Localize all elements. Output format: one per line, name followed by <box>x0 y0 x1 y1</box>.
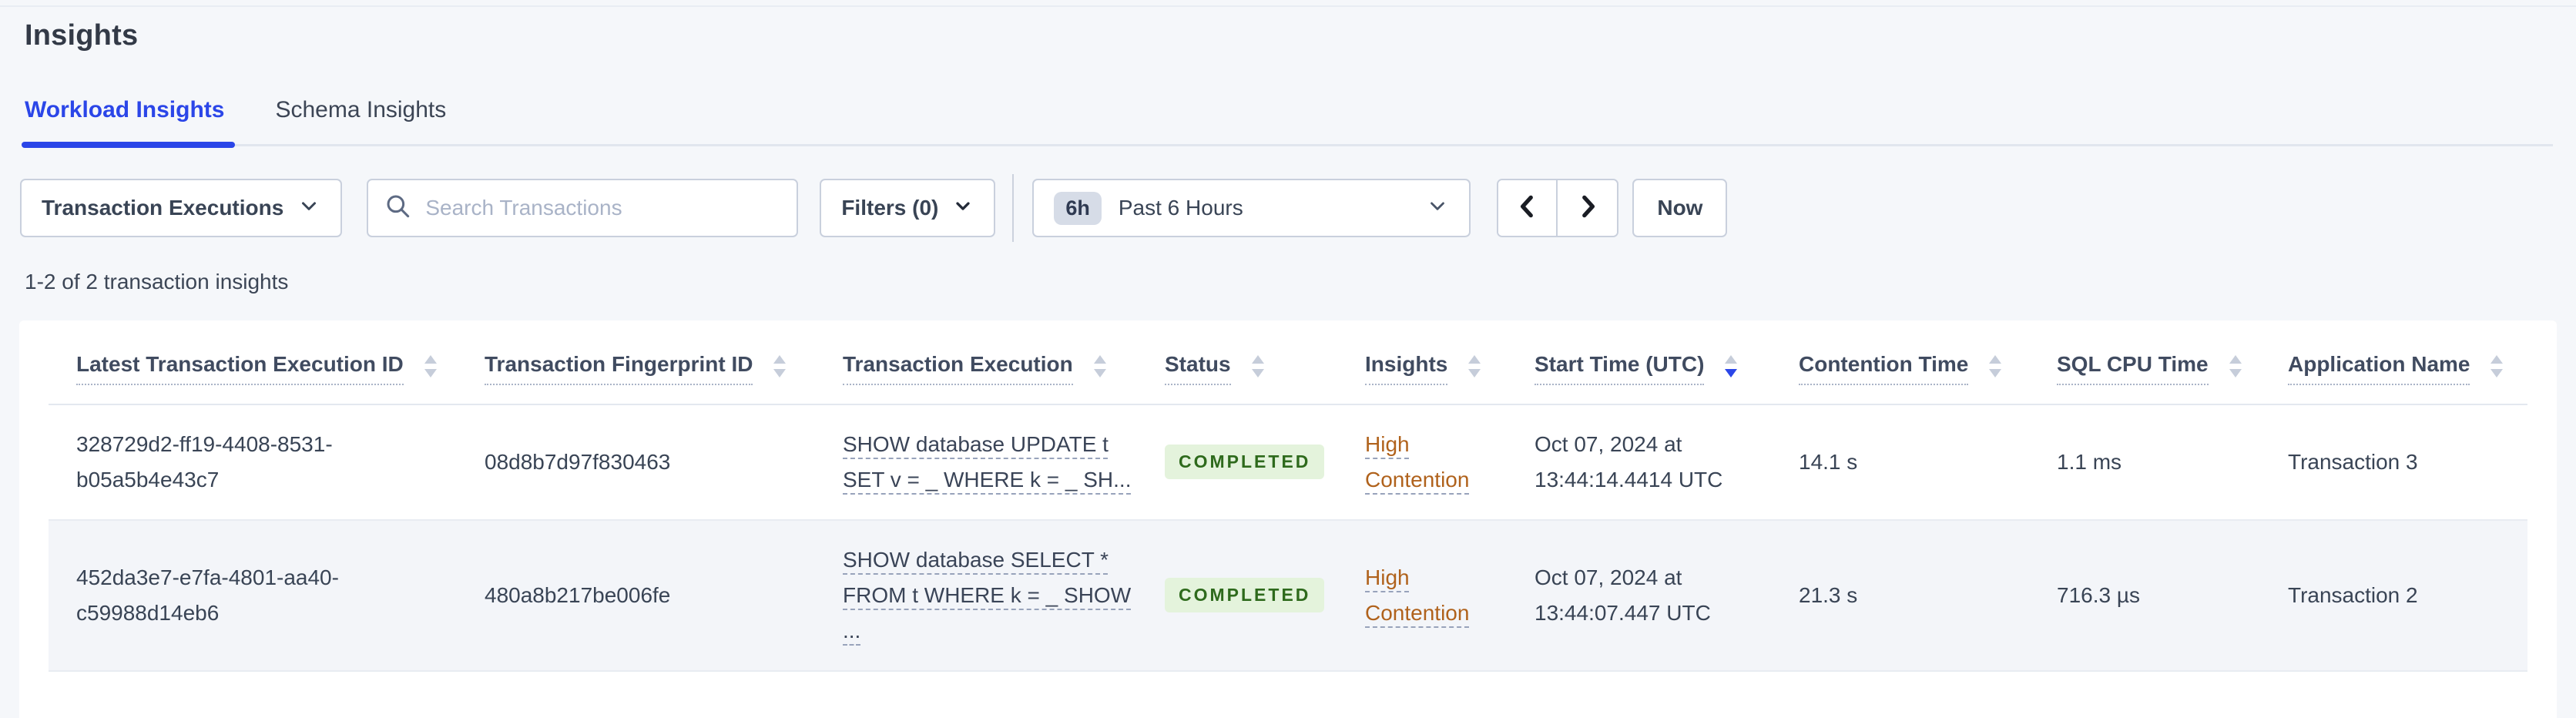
execution-type-label: Transaction Executions <box>42 196 284 220</box>
column-header-contention-time[interactable]: Contention Time <box>1799 352 2057 404</box>
sort-icon-active-desc[interactable] <box>1724 354 1738 385</box>
filters-label: Filters (0) <box>841 196 939 220</box>
column-header-transaction-fingerprint-id[interactable]: Transaction Fingerprint ID <box>485 352 843 404</box>
column-header-start-time[interactable]: Start Time (UTC) <box>1535 352 1799 404</box>
tab-workload-insights[interactable]: Workload Insights <box>21 97 236 148</box>
sort-icon[interactable] <box>1988 354 2002 385</box>
cell-fingerprint-id: 08d8b7d97f830463 <box>485 449 671 474</box>
chevron-right-icon <box>1575 193 1601 224</box>
cell-contention-time: 21.3 s <box>1799 582 1858 607</box>
search-icon <box>384 192 413 225</box>
status-badge: COMPLETED <box>1165 445 1325 480</box>
status-badge: COMPLETED <box>1165 578 1325 613</box>
cell-application-name: Transaction 3 <box>2288 449 2418 474</box>
cell-contention-time: 14.1 s <box>1799 449 1858 474</box>
time-nav-arrows <box>1497 179 1619 237</box>
insight-high-contention-link[interactable]: High Contention <box>1365 427 1491 498</box>
column-header-insights[interactable]: Insights <box>1365 352 1535 404</box>
column-header-status[interactable]: Status <box>1165 352 1365 404</box>
insights-table-card: Latest Transaction Execution ID Transact… <box>19 320 2557 718</box>
next-time-range-button[interactable] <box>1558 180 1618 236</box>
cell-transaction-execution: SHOW database SELECT * FROM t WHERE k = … <box>843 521 1165 670</box>
time-preset-badge: 6h <box>1054 191 1102 225</box>
previous-time-range-button[interactable] <box>1498 180 1558 236</box>
cell-execution-id: 328729d2-ff19-4408-8531-b05a5b4e43c7 <box>76 431 333 492</box>
column-header-latest-transaction-execution-id[interactable]: Latest Transaction Execution ID <box>49 352 485 404</box>
sort-icon[interactable] <box>1093 354 1107 385</box>
transaction-execution-link[interactable]: SHOW database SELECT * FROM t WHERE k = … <box>843 542 1134 649</box>
column-header-sql-cpu-time[interactable]: SQL CPU Time <box>2057 352 2288 404</box>
execution-type-dropdown[interactable]: Transaction Executions <box>20 179 343 237</box>
cell-fingerprint-id: 480a8b217be006fe <box>485 582 671 607</box>
column-header-transaction-execution[interactable]: Transaction Execution <box>843 352 1165 404</box>
cell-sql-cpu-time: 1.1 ms <box>2057 449 2122 474</box>
top-divider <box>0 0 2576 7</box>
cell-start-time: Oct 07, 2024 at 13:44:14.4414 UTC <box>1535 431 1723 492</box>
cell-status: COMPLETED <box>1165 405 1365 519</box>
insights-page: Insights Workload Insights Schema Insigh… <box>0 19 2576 718</box>
time-range-label: Past 6 Hours <box>1118 196 1243 220</box>
cell-insights: High Contention <box>1365 405 1535 519</box>
sort-icon[interactable] <box>424 354 438 385</box>
chevron-down-icon <box>297 194 320 223</box>
insight-high-contention-link[interactable]: High Contention <box>1365 560 1491 631</box>
cell-start-time: Oct 07, 2024 at 13:44:07.447 UTC <box>1535 565 1711 625</box>
now-button[interactable]: Now <box>1632 179 1728 237</box>
search-input[interactable] <box>425 196 782 220</box>
chevron-down-icon <box>952 195 974 222</box>
sort-icon[interactable] <box>1467 354 1481 385</box>
search-box[interactable] <box>367 179 799 237</box>
transaction-execution-link[interactable]: SHOW database UPDATE t SET v = _ WHERE k… <box>843 427 1134 498</box>
table-row: 328729d2-ff19-4408-8531-b05a5b4e43c7 08d… <box>49 405 2527 521</box>
sort-icon[interactable] <box>1251 354 1265 385</box>
cell-sql-cpu-time: 716.3 µs <box>2057 582 2140 607</box>
insights-tabs: Workload Insights Schema Insights <box>21 97 2553 148</box>
chevron-left-icon <box>1514 193 1541 224</box>
time-range-picker[interactable]: 6h Past 6 Hours <box>1032 179 1471 237</box>
toolbar-divider <box>1012 174 1015 242</box>
filters-dropdown[interactable]: Filters (0) <box>820 179 996 237</box>
sort-icon[interactable] <box>2229 354 2242 385</box>
column-header-application-name[interactable]: Application Name <box>2288 352 2534 404</box>
cell-insights: High Contention <box>1365 521 1535 670</box>
now-button-label: Now <box>1657 196 1703 220</box>
table-header-row: Latest Transaction Execution ID Transact… <box>49 320 2527 405</box>
cell-application-name: Transaction 2 <box>2288 582 2418 607</box>
tab-schema-insights[interactable]: Schema Insights <box>273 97 448 144</box>
cell-status: COMPLETED <box>1165 521 1365 670</box>
table-row: 452da3e7-e7fa-4801-aa40-c59988d14eb6 480… <box>49 520 2527 672</box>
toolbar: Transaction Executions Filters (0) 6h Pa… <box>20 174 2576 242</box>
chevron-down-icon <box>1426 194 1449 223</box>
cell-transaction-execution: SHOW database UPDATE t SET v = _ WHERE k… <box>843 405 1165 519</box>
sort-icon[interactable] <box>773 354 787 385</box>
results-summary: 1-2 of 2 transaction insights <box>25 270 289 294</box>
sort-icon[interactable] <box>2490 354 2504 385</box>
cell-execution-id: 452da3e7-e7fa-4801-aa40-c59988d14eb6 <box>76 565 339 625</box>
page-title: Insights <box>25 19 139 52</box>
